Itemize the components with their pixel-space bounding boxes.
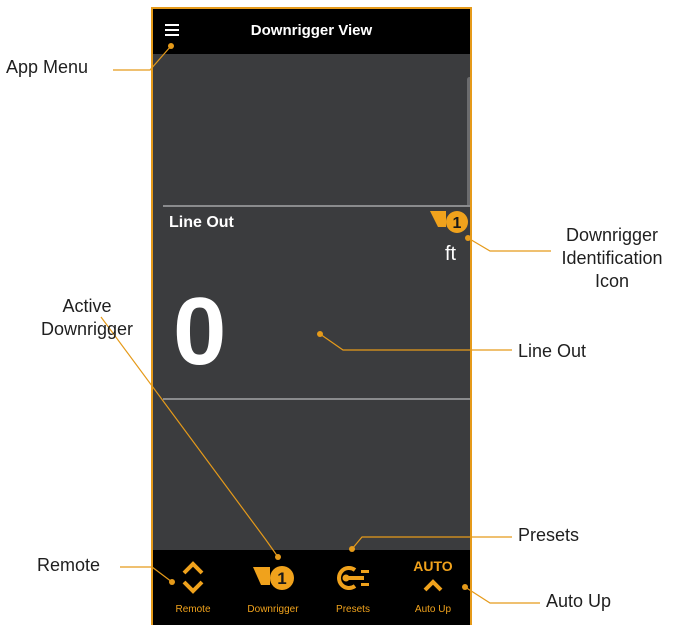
callout-active-downrigger-line1: Active — [62, 296, 112, 316]
callout-downrigger-id-line2: Identification — [561, 248, 663, 268]
downrigger-1-icon: 1 — [253, 566, 294, 590]
divider-top — [163, 205, 470, 207]
top-bar: Downrigger View — [153, 9, 470, 54]
callout-downrigger-id-line1: Downrigger — [565, 225, 659, 245]
nav-remote-label: Remote — [175, 604, 211, 615]
callout-remote: Remote — [37, 555, 101, 575]
nav-remote[interactable]: Remote — [153, 550, 233, 625]
line-out-label: Line Out — [169, 214, 234, 231]
divider-bottom — [163, 398, 470, 400]
callout-active-downrigger: Active Downrigger — [28, 295, 146, 341]
callout-downrigger-id: Downrigger Identification Icon — [552, 224, 672, 293]
unit-label: ft — [445, 243, 457, 265]
line-out-value: 0 — [173, 278, 227, 385]
presets-icon — [337, 566, 369, 590]
callout-app-menu: App Menu — [6, 57, 89, 77]
nav-presets[interactable]: Presets — [313, 550, 393, 625]
phone-screen: Downrigger View Line Out 1 ft 0 Remote 1… — [151, 7, 472, 625]
up-down-chevron-icon — [182, 561, 204, 594]
page-title: Downrigger View — [250, 22, 373, 39]
scrollbar[interactable] — [467, 77, 470, 207]
callout-presets: Presets — [518, 525, 580, 545]
auto-badge: AUTO — [413, 558, 453, 574]
downrigger-id-icon: 1 — [430, 211, 468, 233]
bottom-nav: Remote 1 Downrigger Presets AUTO Auto Up — [153, 550, 470, 625]
nav-auto-up-label: Auto Up — [414, 604, 452, 615]
nav-auto-up[interactable]: AUTO Auto Up — [393, 550, 470, 625]
chevron-up-icon — [423, 579, 443, 592]
callout-line-out: Line Out — [518, 341, 587, 361]
downrigger-id-number: 1 — [453, 215, 462, 232]
callout-active-downrigger-line2: Downrigger — [40, 319, 134, 339]
callout-auto-up: Auto Up — [546, 591, 612, 611]
nav-downrigger[interactable]: 1 Downrigger — [233, 550, 313, 625]
callout-downrigger-id-line3: Icon — [594, 271, 630, 291]
nav-downrigger-label: Downrigger — [247, 604, 299, 615]
nav-presets-label: Presets — [336, 604, 370, 615]
nav-downrigger-number: 1 — [277, 569, 286, 588]
